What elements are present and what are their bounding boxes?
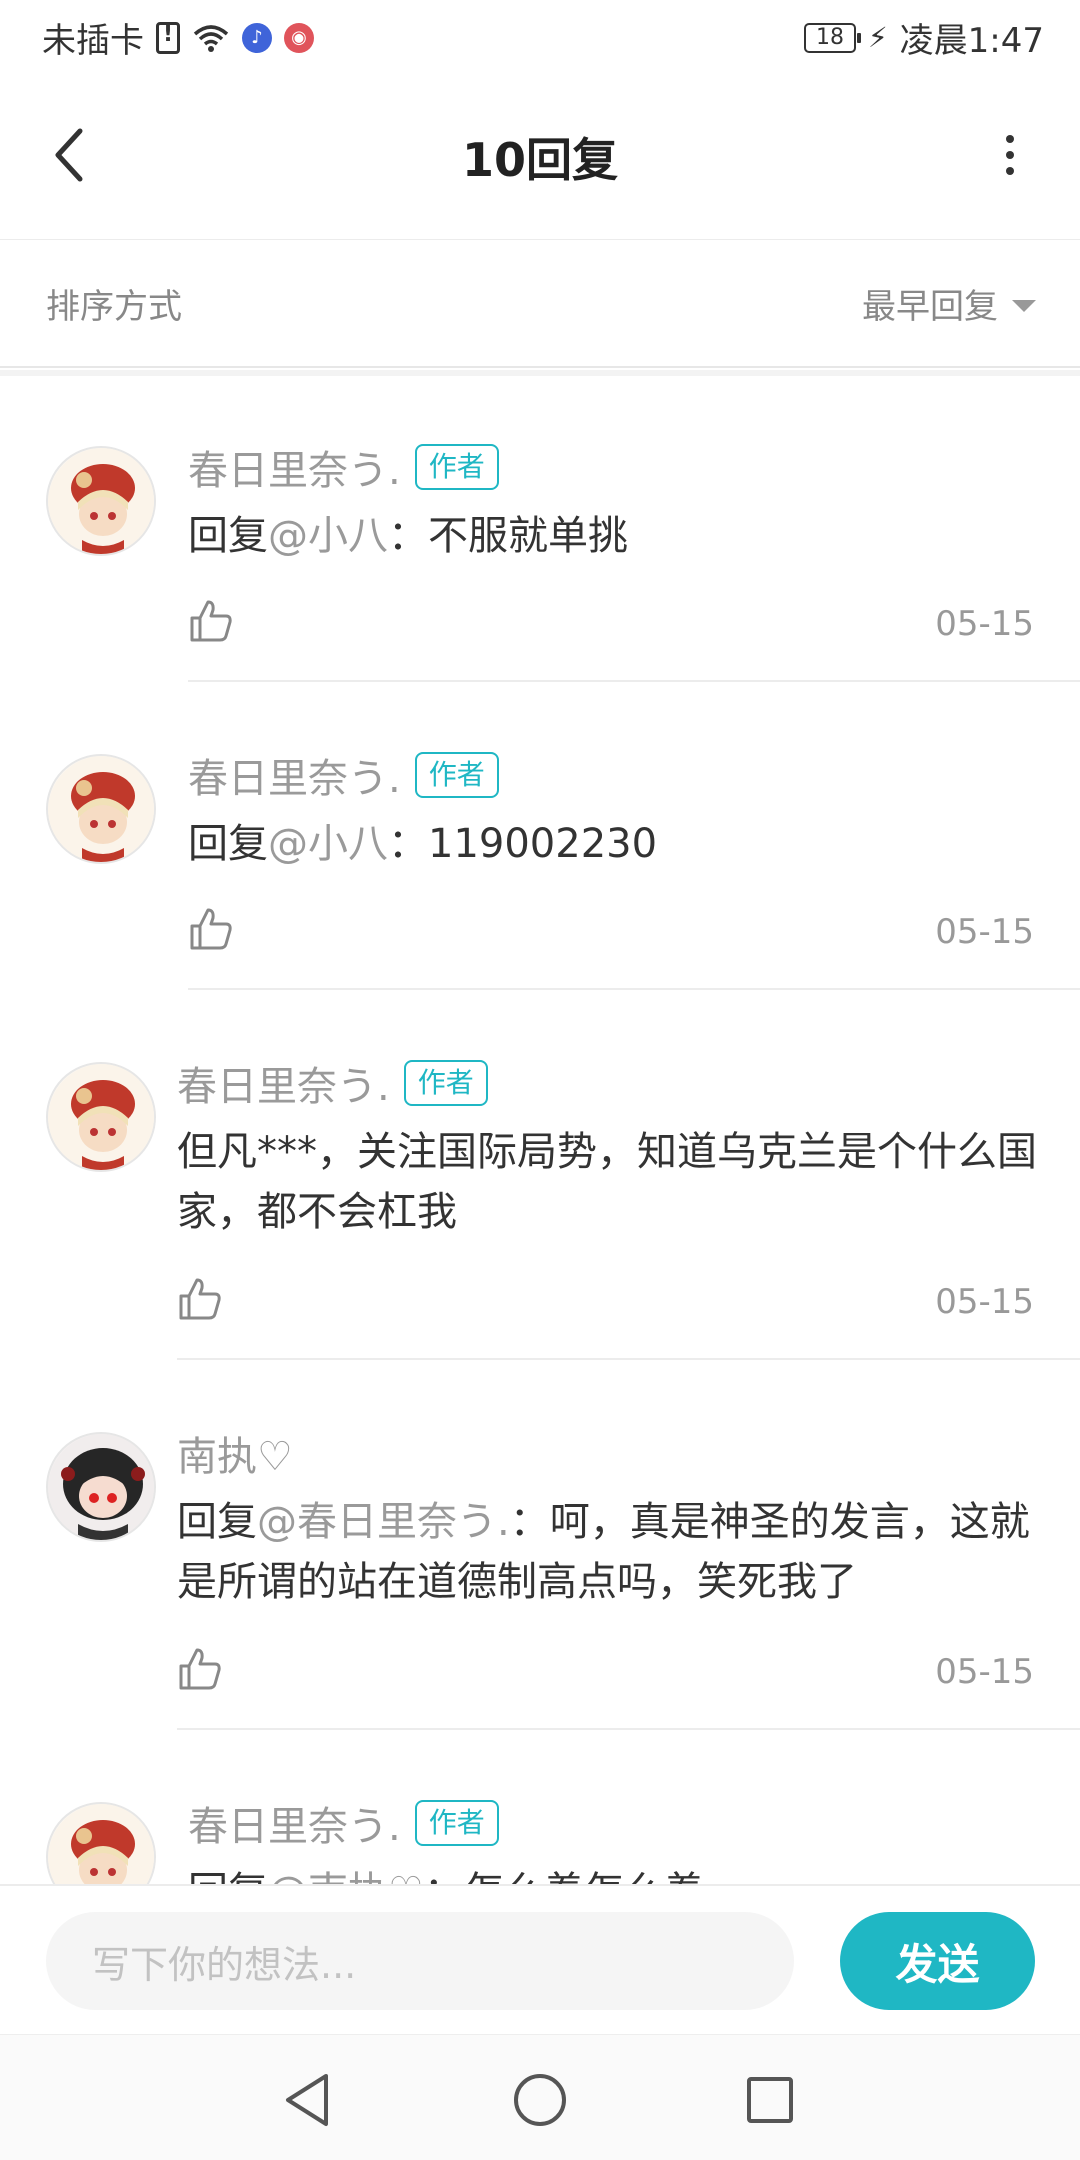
avatar[interactable] (46, 1802, 156, 1884)
list-item: 春日里奈う. 作者 回复@南执♡：怎么着怎么着 (0, 1732, 1080, 1884)
comment-body: 但凡***，关注国际局势，知道乌克兰是个什么国家，都不会杠我 (177, 1129, 1037, 1235)
carrier-label: 未插卡 (42, 21, 144, 61)
list-item: 南执♡ 回复@春日里奈う.：呵，真是神圣的发言，这就是所谓的站在道德制高点吗，笑… (0, 1362, 1080, 1732)
reply-date: 05-15 (935, 604, 1034, 644)
username[interactable]: 春日里奈う. (188, 746, 401, 804)
avatar[interactable] (46, 754, 156, 864)
send-button[interactable]: 发送 (840, 1912, 1035, 2010)
reply-date: 05-15 (935, 1652, 1034, 1692)
mention-link[interactable]: @南执♡ (268, 1869, 424, 1884)
avatar[interactable] (46, 446, 156, 556)
comment-body: ：怎么着怎么着 (424, 1869, 704, 1884)
avatar[interactable] (46, 1432, 156, 1542)
comment-text: 回复@小八：不服就单挑 (188, 506, 1048, 566)
more-dot-icon (1006, 151, 1014, 159)
divider (188, 988, 1080, 990)
author-badge: 作者 (414, 752, 499, 798)
comment-text: 回复@春日里奈う.：呵，真是神圣的发言，这就是所谓的站在道德制高点吗，笑死我了 (177, 1492, 1037, 1612)
username[interactable]: 春日里奈う. (188, 438, 401, 496)
mention-link[interactable]: @小八 (268, 821, 388, 867)
thumbs-up-icon[interactable] (188, 598, 234, 644)
charging-icon: ⚡ (867, 21, 888, 54)
square-recents-icon (747, 2077, 793, 2123)
sort-bar: 排序方式 最早回复 (0, 241, 1080, 368)
sort-selected: 最早回复 (862, 287, 998, 327)
reply-list: 春日里奈う. 作者 回复@小八：不服就单挑 05-15 春日里奈う. 作者 回复… (0, 376, 1080, 1884)
avatar-girl-red-hat-icon (48, 448, 154, 554)
list-item: 春日里奈う. 作者 回复@小八：119002230 05-15 (0, 684, 1080, 992)
nav-home-button[interactable] (505, 2065, 575, 2135)
username[interactable]: 南执♡ (177, 1424, 293, 1482)
avatar-girl-red-hat-icon (48, 1064, 154, 1170)
divider (177, 1728, 1080, 1730)
author-badge: 作者 (414, 444, 499, 490)
mention-link[interactable]: @春日里奈う. (257, 1499, 510, 1545)
more-dot-icon (1006, 135, 1014, 143)
reply-prefix: 回复 (177, 1499, 257, 1545)
avatar-girl-black-hair-icon (48, 1434, 154, 1540)
sim-alert-icon (156, 21, 180, 54)
author-badge: 作者 (414, 1800, 499, 1846)
avatar[interactable] (46, 1062, 156, 1172)
list-item: 春日里奈う. 作者 但凡***，关注国际局势，知道乌克兰是个什么国家，都不会杠我… (0, 992, 1080, 1362)
reply-prefix: 回复 (188, 1869, 268, 1884)
author-badge: 作者 (403, 1060, 488, 1106)
circle-home-icon (514, 2074, 566, 2126)
avatar-girl-red-hat-icon (48, 1804, 154, 1884)
clock: 凌晨1:47 (899, 21, 1044, 61)
battery-icon: 18 (803, 22, 861, 53)
more-dot-icon (1006, 167, 1014, 175)
reply-composer: 写下你的想法... 发送 (0, 1884, 1080, 2034)
nav-recents-button[interactable] (735, 2065, 805, 2135)
comment-text: 但凡***，关注国际局势，知道乌克兰是个什么国家，都不会杠我 (177, 1122, 1037, 1242)
thumbs-up-icon[interactable] (177, 1276, 223, 1322)
wifi-icon (192, 23, 230, 53)
reply-input-placeholder: 写下你的想法... (92, 1942, 357, 1987)
app-header: 10回复 (0, 75, 1080, 240)
reply-prefix: 回复 (188, 513, 268, 559)
reply-date: 05-15 (935, 912, 1034, 952)
reply-input[interactable]: 写下你的想法... (46, 1912, 794, 2010)
triangle-down-icon (1012, 299, 1036, 312)
triangle-back-icon (286, 2074, 328, 2126)
back-button[interactable] (40, 125, 100, 185)
battery-level: 18 (815, 25, 844, 50)
chevron-left-icon (55, 128, 83, 182)
thumbs-up-icon[interactable] (188, 906, 234, 952)
avatar-girl-red-hat-icon (48, 756, 154, 862)
page-title: 10回复 (461, 133, 618, 187)
podcast-app-icon: ◉ (284, 22, 314, 53)
sort-label: 排序方式 (46, 287, 182, 327)
divider (177, 1358, 1080, 1360)
music-app-icon: ♪ (242, 22, 272, 53)
more-options-button[interactable] (980, 125, 1040, 185)
comment-body: ：119002230 (388, 821, 658, 867)
list-item: 春日里奈う. 作者 回复@小八：不服就单挑 05-15 (0, 376, 1080, 684)
reply-date: 05-15 (935, 1282, 1034, 1322)
comment-text: 回复@小八：119002230 (188, 814, 1048, 874)
reply-prefix: 回复 (188, 821, 268, 867)
system-nav-bar (0, 2034, 1080, 2160)
nav-back-button[interactable] (272, 2065, 342, 2135)
divider (188, 680, 1080, 682)
thumbs-up-icon[interactable] (177, 1646, 223, 1692)
status-bar: 未插卡 ♪ ◉ 18 ⚡ 凌晨1:47 (0, 0, 1080, 75)
username[interactable]: 春日里奈う. (177, 1054, 390, 1112)
sort-dropdown[interactable]: 最早回复 (862, 279, 1036, 328)
comment-text: 回复@南执♡：怎么着怎么着 (188, 1862, 1048, 1884)
comment-body: ：不服就单挑 (388, 513, 628, 559)
username[interactable]: 春日里奈う. (188, 1794, 401, 1852)
mention-link[interactable]: @小八 (268, 513, 388, 559)
